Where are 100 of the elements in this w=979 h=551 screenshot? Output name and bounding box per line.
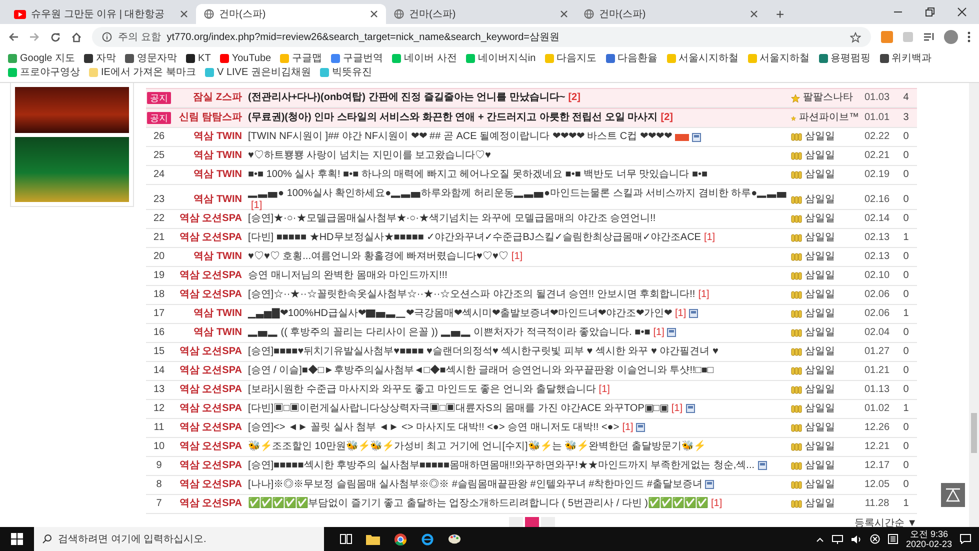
back-arrow-icon[interactable] <box>8 32 19 42</box>
post-title-link[interactable]: [승연]■■■■♥뒤치기유발실사첨부♥■■■■ ♥슬랜더의정석♥ 섹시한구릿빛 피부 ♥ 섹시한 와꾸 ♥ 야간필견녀 ♥ <box>248 346 718 358</box>
bookmark-item[interactable]: 자막 <box>84 52 116 65</box>
author-name[interactable]: 삼일일 <box>805 460 835 472</box>
post-title-link[interactable]: [다빈]▣□▣이런게실사랍니다상상력자극▣□▣대륜자S의 몸매를 가진 야간ACE 와꾸TOP▣□▣ <box>248 402 668 415</box>
close-icon[interactable] <box>180 10 188 18</box>
bookmark-item[interactable]: 네이버지식in <box>466 52 536 65</box>
browser-tab[interactable]: 건마(스파) <box>576 4 766 24</box>
bookmark-item[interactable]: KT <box>186 52 211 65</box>
category-link[interactable]: 역삼 오션SPA <box>172 422 248 434</box>
author-name[interactable]: 삼일일 <box>805 212 835 225</box>
author-name[interactable]: 삼일일 <box>805 364 835 377</box>
star-icon[interactable] <box>850 32 861 42</box>
close-icon[interactable] <box>370 10 378 18</box>
author-name[interactable]: 삼일일 <box>805 150 835 162</box>
comment-count[interactable]: [1] <box>675 308 686 320</box>
author-name[interactable]: 삼일일 <box>805 440 835 453</box>
new-tab-button[interactable]: + <box>766 6 794 24</box>
author-name[interactable]: 삼일일 <box>805 169 835 181</box>
page-button[interactable] <box>524 516 538 527</box>
post-title-link[interactable]: (무료권)(청아) 인마 스타일의 서비스와 화끈한 연애 + 간드러지고 아릇한 전립선 오일 마사지 <box>248 112 658 124</box>
clock-time[interactable]: 오전 9:36 <box>910 529 948 539</box>
author-name[interactable]: 삼일일 <box>805 250 835 263</box>
speaker-icon[interactable] <box>850 534 862 544</box>
author-name[interactable]: 삼일일 <box>805 288 835 301</box>
category-link[interactable]: 역삼 오션SPA <box>172 402 248 415</box>
bookmark-item[interactable]: 영문자막 <box>125 52 178 65</box>
post-title-link[interactable]: [승연]<> ◄► 꼴릿 실사 첨부 ◄► <> 마사지도 대박!! <●> 승연 매니저도 대박!! <●> <box>248 422 620 434</box>
bookmark-item[interactable]: 다음지도 <box>544 52 597 65</box>
author-name[interactable]: 삼일일 <box>805 422 835 434</box>
category-link[interactable]: 신림 탐탐스파 <box>172 112 248 124</box>
folder-icon[interactable] <box>366 534 380 544</box>
author-name[interactable]: 삼일일 <box>805 131 835 143</box>
scrollbar[interactable] <box>969 83 979 527</box>
clock-date[interactable]: 2020-02-23 <box>906 539 952 549</box>
comment-count[interactable]: [1] <box>653 326 664 339</box>
paint-palette-icon[interactable] <box>448 533 461 545</box>
post-title-link[interactable]: [보라]시원한 수준급 마사지와 와꾸도 좋고 마인드도 좋은 언니와 출달했습니다 <box>248 384 596 396</box>
post-title-link[interactable]: [승연]★·○·★모델급몸매실사첨부★·○·★색기넘치는 와꾸에 모델급몸매의 야간조 승연언니!! <box>248 212 656 225</box>
bookmark-item[interactable]: 구글번역 <box>331 52 384 65</box>
category-link[interactable]: 역삼 TWIN <box>172 326 248 339</box>
author-name[interactable]: 삼일일 <box>805 346 835 358</box>
comment-count[interactable]: [1] <box>698 288 710 301</box>
category-link[interactable]: 역삼 오션SPA <box>172 288 248 301</box>
caret-up-icon[interactable] <box>816 536 824 542</box>
author-name[interactable]: 파션파이브™ <box>799 112 859 124</box>
back-to-top-button[interactable] <box>941 483 965 507</box>
category-link[interactable]: 역삼 오션SPA <box>172 346 248 358</box>
bookmark-item[interactable]: 용평펌핑 <box>818 52 871 65</box>
post-title-link[interactable]: ✅✅✅✅✅부담없이 즐기기 좋고 출달하는 업장소개하드리려합니다 ( 5번관리사 / 다빈 )✅✅✅✅✅ <box>248 498 708 510</box>
category-link[interactable]: 역삼 TWIN <box>172 150 248 162</box>
category-link[interactable]: 역삼 TWIN <box>172 131 248 143</box>
comment-count[interactable]: [2] <box>660 112 673 124</box>
post-title-link[interactable]: [승연]■■■■■섹시한 후방주의 실사첨부■■■■■몸매하면몸매!!와꾸하면와꾸!★★마인드까지 부족한게없는 청순,섹... <box>248 460 755 472</box>
comment-count[interactable]: [1] <box>704 232 716 244</box>
author-name[interactable]: 삼일일 <box>805 308 835 320</box>
home-icon[interactable] <box>71 32 82 42</box>
bookmark-item[interactable]: V LIVE 권은비김채원 <box>205 66 311 79</box>
post-title-link[interactable]: ♥♡하트뿅뿅 사랑이 넘치는 지민이를 보고왔습니다♡♥ <box>248 150 491 162</box>
category-link[interactable]: 역삼 오션SPA <box>172 212 248 225</box>
bookmark-item[interactable]: Google 지도 <box>8 52 76 65</box>
category-link[interactable]: 역삼 오션SPA <box>172 498 248 510</box>
info-icon[interactable] <box>102 32 112 42</box>
post-title-link[interactable]: [승연]☆··★··☆꼴릿한속옷실사첨부☆··★··☆오션스파 야간조의 될견녀 승연!! 안보시면 후회합니다!! <box>248 288 696 301</box>
bookmark-item[interactable]: 구글맵 <box>280 52 322 65</box>
category-link[interactable]: 역삼 TWIN <box>172 194 248 206</box>
comment-count[interactable]: [1] <box>511 250 523 263</box>
reload-icon[interactable] <box>50 32 61 42</box>
browser-tab[interactable]: 건마(스파) <box>196 4 386 24</box>
category-link[interactable]: 역삼 오션SPA <box>172 460 248 472</box>
comment-count[interactable]: [2] <box>568 92 580 104</box>
network-icon[interactable] <box>832 534 843 544</box>
category-link[interactable]: 역삼 오션SPA <box>172 384 248 396</box>
address-bar[interactable]: 주의 요함 yt770.org/index.php?mid=review26&search_target=nick_name&search_keyword=삼원원 <box>92 27 871 47</box>
bookmark-item[interactable]: 프로야구영상 <box>8 66 80 79</box>
task-view-icon[interactable] <box>340 534 352 544</box>
browser-tab[interactable]: 슈우원 그만둔 이유 | 대한항공 <box>6 4 196 24</box>
close-icon[interactable] <box>957 7 967 17</box>
author-name[interactable]: 삼일일 <box>805 326 835 339</box>
comment-count[interactable]: [1] <box>251 200 262 212</box>
windows-logo-icon[interactable] <box>11 533 23 545</box>
comment-count[interactable]: [1] <box>598 384 610 396</box>
internet-explorer-icon[interactable] <box>421 532 434 546</box>
post-title-link[interactable]: ▂▅▂ (( 후방주의 꼴리는 다리사이 은꼴 )) ▂▅▂ 이쁜처자가 적극적이라 좋았습니다. ■•■ <box>248 326 650 339</box>
post-title-link[interactable]: (전관리사+다나)(onb여탑) 간판에 진정 즐길줄아는 언니를 만났습니다~ <box>248 92 566 104</box>
post-title-link[interactable]: ♥♡♥♡ 호횡...여름언니와 황홀경에 빠져버렸습니다♥♡♥♡ <box>248 250 508 263</box>
bookmark-item[interactable]: IE에서 가져온 북마크 <box>89 66 196 79</box>
post-title-link[interactable]: [TWIN NF시원이 ]## 야간 NF시원이 ❤❤ ## 곧 ACE 될예정이랍니다 ❤❤❤❤ 바스트 C컵 ❤❤❤❤ <box>248 131 672 143</box>
category-link[interactable]: 역삼 오션SPA <box>172 270 248 282</box>
bookmark-item[interactable]: 빅뜻유진 <box>320 66 372 79</box>
bookmark-item[interactable]: 다음환율 <box>606 52 658 65</box>
category-link[interactable]: 역삼 TWIN <box>172 308 248 320</box>
post-title-link[interactable]: ■•■ 100% 실사 후획! ■•■ 하나의 매력에 빠지고 헤어나오질 못하겠네요 ■•■ 백반도 너무 맛있습니다 ■•■ <box>248 169 708 181</box>
post-title-link[interactable]: ▁▃▅▇❤100%HD급실사❤▇▅▃▁❤극강몸매❤섹시미❤출발보증녀❤마인드녀❤야간조❤가인❤ <box>248 308 672 320</box>
author-name[interactable]: 삼일일 <box>805 478 835 491</box>
author-name[interactable]: 삼일일 <box>805 194 835 206</box>
close-icon[interactable] <box>750 10 758 18</box>
close-icon[interactable] <box>560 10 568 18</box>
author-name[interactable]: 삼일일 <box>805 384 835 396</box>
comment-count[interactable]: [1] <box>671 402 683 415</box>
